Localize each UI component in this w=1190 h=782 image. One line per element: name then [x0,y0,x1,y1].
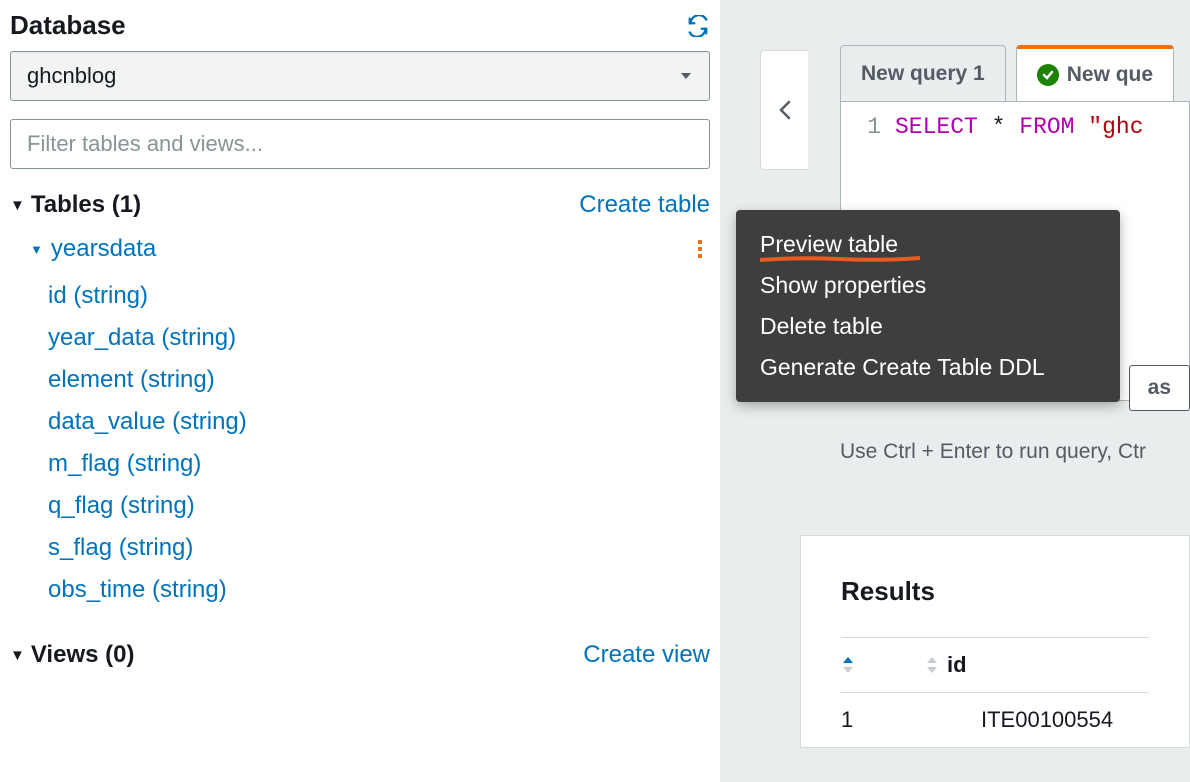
results-title: Results [841,576,1149,607]
save-as-button[interactable]: as [1129,365,1190,411]
database-select-value: ghcnblog [27,63,116,89]
menu-show-properties[interactable]: Show properties [736,265,1120,306]
dropdown-caret-icon [679,68,693,84]
check-circle-icon [1037,64,1059,86]
database-sidebar: Database ghcnblog ▼ Tables (1) Create ta… [0,0,720,782]
column-item[interactable]: s_flag (string) [48,527,710,569]
row-index: 1 [841,707,881,733]
sql-code: SELECT * FROM "ghc [895,114,1144,140]
column-item[interactable]: data_value (string) [48,401,710,443]
tab-label: New query 1 [861,62,985,86]
sort-icon [925,656,939,674]
create-table-link[interactable]: Create table [579,191,710,219]
column-header-id: id [947,652,967,678]
table-yearsdata-toggle[interactable]: ▼ yearsdata [30,235,156,263]
column-item[interactable]: year_data (string) [48,317,710,359]
refresh-icon[interactable] [686,14,710,38]
views-section-title: Views (0) [31,641,135,669]
table-options-kebab-icon[interactable] [690,237,710,261]
column-item[interactable]: element (string) [48,359,710,401]
annotation-underline [760,256,920,262]
views-section-toggle[interactable]: ▼ Views (0) [10,641,134,669]
menu-generate-ddl[interactable]: Generate Create Table DDL [736,347,1120,388]
tab-label: New que [1067,63,1153,87]
database-heading: Database [10,10,126,41]
column-item[interactable]: id (string) [48,275,710,317]
sort-icon [841,656,855,674]
sort-column-id[interactable]: id [925,652,967,678]
query-hint-text: Use Ctrl + Enter to run query, Ctr [840,440,1146,464]
sort-column-index[interactable] [841,652,855,678]
database-select[interactable]: ghcnblog [10,51,710,101]
query-tabs: New query 1 New que [800,0,1190,101]
line-number: 1 [841,114,895,140]
menu-delete-table[interactable]: Delete table [736,306,1120,347]
columns-list: id (string) year_data (string) element (… [10,275,710,611]
tables-section-toggle[interactable]: ▼ Tables (1) [10,191,141,219]
row-id-value: ITE00100554 [981,707,1113,733]
caret-down-icon: ▼ [10,197,25,214]
results-header-row: id [841,637,1149,693]
column-item[interactable]: q_flag (string) [48,485,710,527]
caret-down-icon: ▼ [10,647,25,664]
tables-section-title: Tables (1) [31,191,141,219]
tab-new-query-active[interactable]: New que [1016,45,1174,101]
tab-new-query-1[interactable]: New query 1 [840,45,1006,101]
column-item[interactable]: m_flag (string) [48,443,710,485]
table-name: yearsdata [51,235,156,263]
caret-down-icon: ▼ [30,242,43,257]
results-row[interactable]: 1 ITE00100554 [841,693,1149,747]
results-panel: Results id 1 ITE00100554 [800,535,1190,748]
filter-tables-input[interactable] [10,119,710,169]
table-context-menu: Preview table Show properties Delete tab… [736,210,1120,402]
create-view-link[interactable]: Create view [583,641,710,669]
column-item[interactable]: obs_time (string) [48,569,710,611]
